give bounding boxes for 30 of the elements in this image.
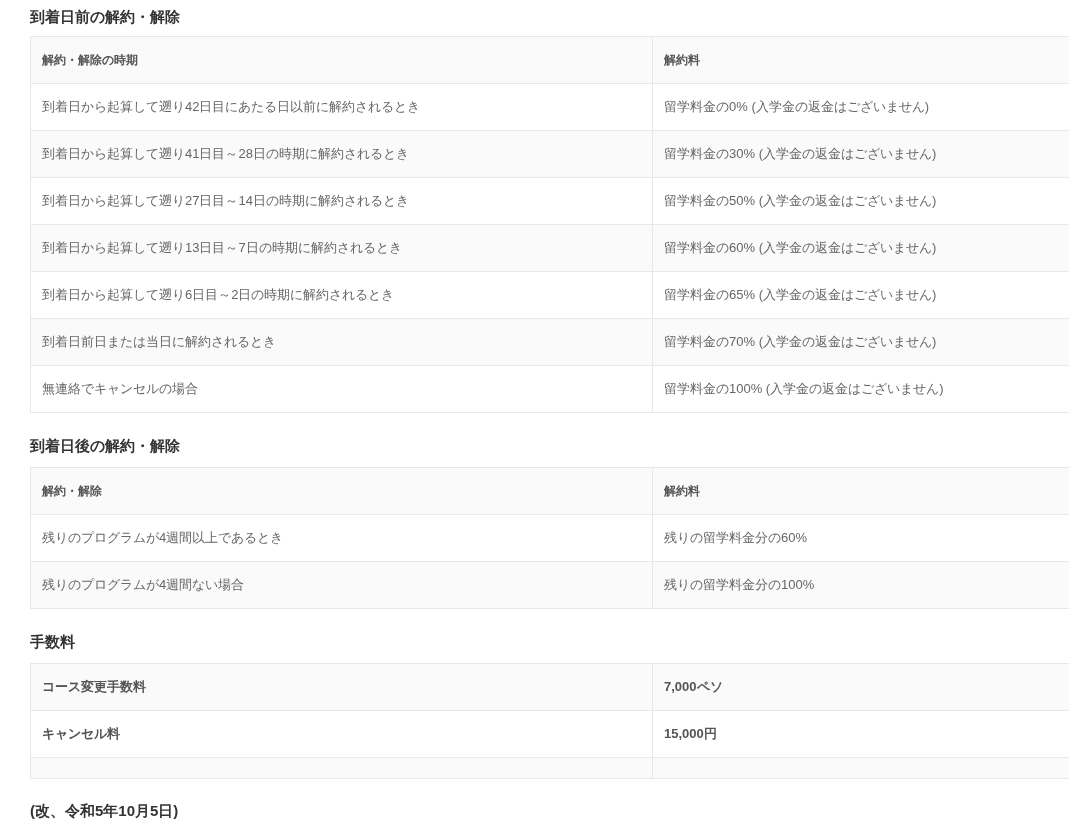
column-header: 解約・解除 [42,483,102,500]
table-cell-text: 留学料金の65% (入学金の返金はございません) [664,286,937,305]
revision-note: (改、令和5年10月5日) [30,801,180,821]
table-cell-text: 到着日から起算して遡り13日目～7日の時期に解約されるとき [42,239,402,258]
column-header: 解約料 [664,52,700,69]
table-cell-text: 残りのプログラムが4週間以上であるとき [42,529,284,548]
section-heading: 到着日前の解約・解除 [30,7,181,27]
table-cell-text: キャンセル料 [42,725,120,744]
column-header: 解約料 [664,483,700,500]
table-cell-text: 到着日から起算して遡り42日目にあたる日以前に解約されるとき [42,98,421,117]
table-cell-text: 15,000円 [664,725,717,744]
table-cell-text: 7,000ペソ [664,678,723,697]
table-cell-text: 到着日から起算して遡り41日目～28日の時期に解約されるとき [42,145,409,164]
table-cell-text: コース変更手数料 [42,678,146,697]
table-cell-text: 留学料金の30% (入学金の返金はございません) [664,145,937,164]
table-cell-text: 留学料金の0% (入学金の返金はございません) [664,98,930,117]
table-cell-text: 到着日から起算して遡り6日目～2日の時期に解約されるとき [42,286,395,305]
table-cell-text: 残りの留学料金分の100% [664,576,815,595]
section-heading: 手数料 [30,632,76,652]
column-header: 解約・解除の時期 [42,52,138,69]
table-cell-text: 到着日から起算して遡り27日目～14日の時期に解約されるとき [42,192,409,211]
table-cell-text: 到着日前日または当日に解約されるとき [42,333,276,352]
table-cell-text: 無連絡でキャンセルの場合 [42,380,198,399]
table-cell-text: 留学料金の50% (入学金の返金はございません) [664,192,937,211]
table-cell-text: 留学料金の70% (入学金の返金はございません) [664,333,937,352]
section-heading: 到着日後の解約・解除 [30,436,181,456]
table-cell-text: 留学料金の100% (入学金の返金はございません) [664,380,944,399]
table-cell-text: 残りの留学料金分の60% [664,529,808,548]
table-cell-text: 留学料金の60% (入学金の返金はございません) [664,239,937,258]
table-cell-text: 残りのプログラムが4週間ない場合 [42,576,245,595]
